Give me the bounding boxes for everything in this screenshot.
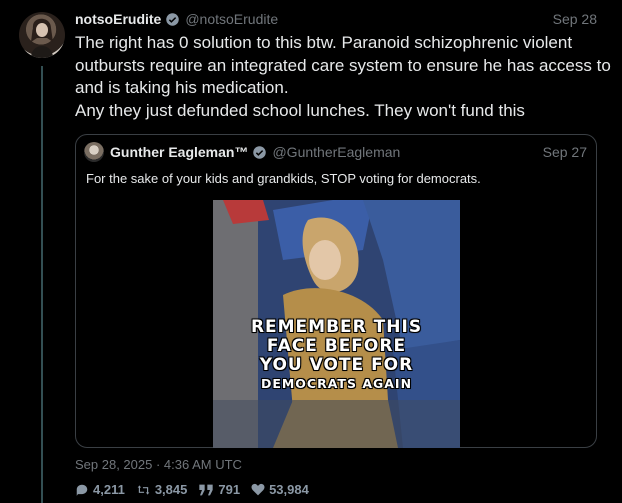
- quoted-media-image[interactable]: REMEMBER THIS FACE BEFORE YOU VOTE FOR D…: [213, 200, 460, 448]
- quote-count: 791: [218, 482, 241, 497]
- post-text-line: The right has 0 solution to this btw. Pa…: [75, 33, 611, 97]
- media-caption-line: REMEMBER THIS: [250, 317, 423, 337]
- reply-count: 4,211: [93, 482, 125, 497]
- retweet-icon: [137, 484, 150, 495]
- verified-badge-icon: [165, 12, 180, 27]
- display-name[interactable]: notsoErudite: [75, 11, 161, 27]
- quoted-tweet-header: Gunther Eagleman™ @GuntherEagleman Sep 2…: [84, 142, 587, 162]
- quoted-date: Sep 27: [542, 144, 587, 160]
- quoted-handle: @GuntherEagleman: [272, 144, 401, 160]
- reply-icon: [76, 484, 88, 496]
- media-caption: REMEMBER THIS FACE BEFORE YOU VOTE FOR D…: [213, 318, 460, 393]
- quoted-avatar: [84, 142, 104, 162]
- reply-stat[interactable]: 4,211: [75, 482, 125, 497]
- post-header: notsoErudite @notsoErudite Sep 28: [75, 9, 597, 29]
- quote-stat[interactable]: 791: [198, 482, 240, 497]
- retweet-stat[interactable]: 3,845: [136, 482, 188, 497]
- like-stat[interactable]: 53,984: [251, 482, 309, 497]
- avatar[interactable]: [19, 12, 65, 58]
- thread-line: [41, 66, 43, 503]
- quoted-text: For the sake of your kids and grandkids,…: [86, 171, 481, 186]
- post-date[interactable]: Sep 28: [553, 11, 597, 27]
- post-text: The right has 0 solution to this btw. Pa…: [75, 32, 615, 122]
- retweet-count: 3,845: [154, 482, 188, 497]
- engagement-stats: 4,211 3,845 791 53,984: [75, 482, 320, 497]
- media-caption-line: FACE BEFORE: [266, 336, 407, 356]
- quote-icon: [199, 484, 214, 495]
- media-caption-line: DEMOCRATS AGAIN: [260, 376, 413, 391]
- quoted-display-name: Gunther Eagleman™: [110, 144, 249, 160]
- post-text-line: Any they just defunded school lunches. T…: [75, 100, 525, 120]
- post-timestamp[interactable]: Sep 28, 2025 · 4:36 AM UTC: [75, 457, 242, 472]
- quoted-tweet[interactable]: Gunther Eagleman™ @GuntherEagleman Sep 2…: [75, 134, 597, 448]
- verified-badge-icon: [252, 145, 267, 160]
- like-icon: [251, 483, 265, 496]
- like-count: 53,984: [269, 482, 309, 497]
- handle[interactable]: @notsoErudite: [185, 11, 278, 27]
- media-caption-line: YOU VOTE FOR: [259, 355, 414, 375]
